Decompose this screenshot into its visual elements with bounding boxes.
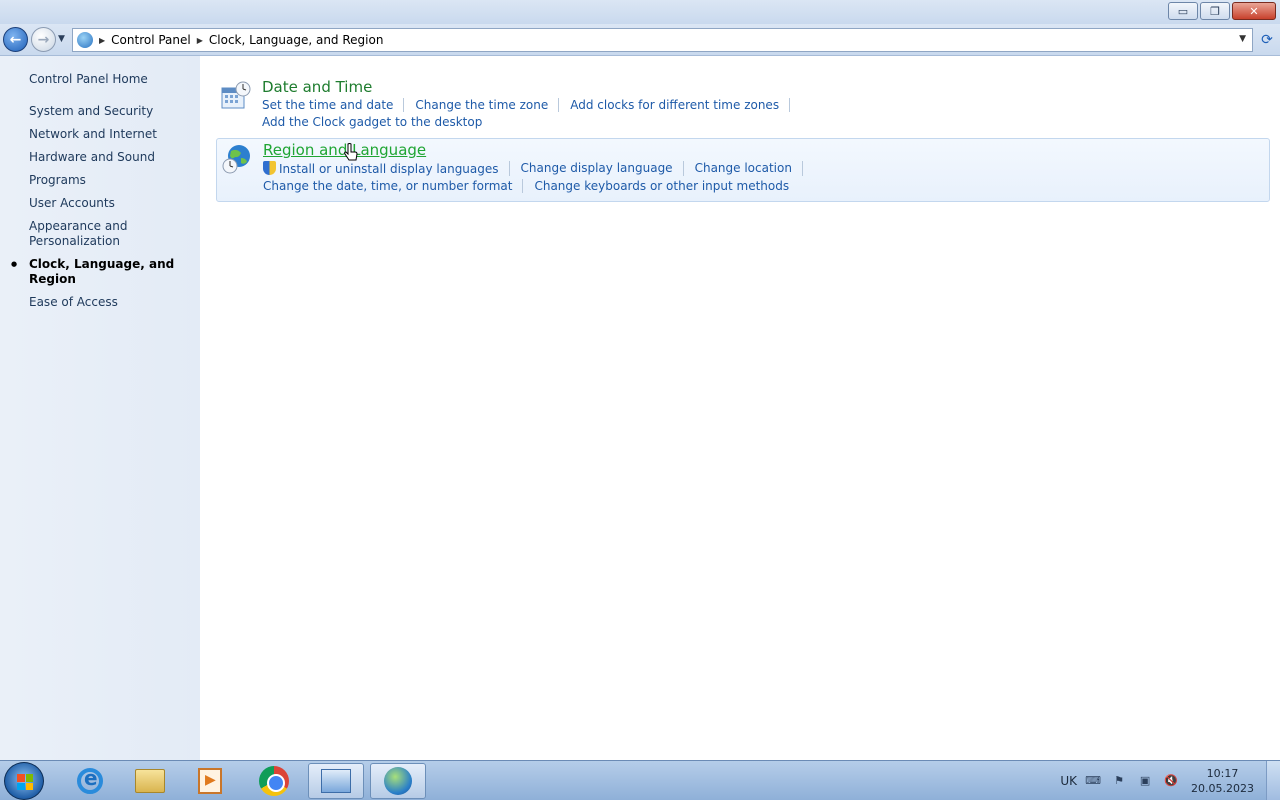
keyboard-icon[interactable]: ⌨ <box>1085 774 1101 788</box>
left-navigation-pane: Control Panel Home System and Security N… <box>0 56 200 760</box>
window-controls: ▭ ❐ ✕ <box>1166 2 1276 20</box>
change-display-language-link[interactable]: Change display language <box>521 161 684 176</box>
minimize-button[interactable]: ▭ <box>1168 2 1198 20</box>
taskbar-control-panel[interactable] <box>308 763 364 799</box>
forward-button[interactable]: → <box>31 27 56 52</box>
uac-shield-icon <box>263 161 276 175</box>
change-location-link[interactable]: Change location <box>695 161 803 176</box>
taskbar: UK ⌨ ⚑ ▣ 🔇 10:17 20.05.2023 <box>0 760 1280 800</box>
taskbar-chrome[interactable] <box>246 763 302 799</box>
add-clocks-link[interactable]: Add clocks for different time zones <box>570 98 791 112</box>
taskbar-region-language[interactable] <box>370 763 426 799</box>
clock-time: 10:17 <box>1206 767 1239 780</box>
nav-hardware-and-sound[interactable]: Hardware and Sound <box>29 150 194 165</box>
nav-programs[interactable]: Programs <box>29 173 194 188</box>
refresh-button[interactable]: ⟳ <box>1256 29 1278 51</box>
taskbar-media-player[interactable] <box>182 763 238 799</box>
nav-appearance-and-personalization[interactable]: Appearance and Personalization <box>29 219 194 249</box>
category-region-and-language: Region and Language Install or uninstall… <box>216 138 1270 202</box>
media-player-icon <box>198 768 222 794</box>
nav-system-and-security[interactable]: System and Security <box>29 104 194 119</box>
category-nav-list: System and Security Network and Internet… <box>11 104 194 318</box>
add-clock-gadget-link[interactable]: Add the Clock gadget to the desktop <box>262 115 492 129</box>
show-desktop-button[interactable] <box>1266 761 1280 800</box>
close-button[interactable]: ✕ <box>1232 2 1276 20</box>
control-panel-home-link[interactable]: Control Panel Home <box>29 72 148 86</box>
chrome-icon <box>259 766 289 796</box>
nav-clock-language-region[interactable]: Clock, Language, and Region <box>11 257 194 287</box>
date-and-time-links-row1: Set the time and date Change the time zo… <box>262 98 801 112</box>
region-and-language-links-row2: Change the date, time, or number format … <box>263 179 810 193</box>
control-panel-icon <box>321 769 351 793</box>
install-display-languages-link[interactable]: Install or uninstall display languages <box>263 161 510 176</box>
taskbar-file-explorer[interactable] <box>122 763 178 799</box>
set-time-and-date-link[interactable]: Set the time and date <box>262 98 405 112</box>
chevron-right-icon[interactable]: ▶ <box>99 36 105 45</box>
install-display-languages-label: Install or uninstall display languages <box>279 162 499 176</box>
chevron-down-icon[interactable]: ▼ <box>1239 34 1246 44</box>
change-date-time-format-link[interactable]: Change the date, time, or number format <box>263 179 524 193</box>
volume-muted-icon[interactable]: 🔇 <box>1163 774 1179 788</box>
hand-pointer-cursor-icon <box>344 143 358 161</box>
arrow-right-icon: → <box>37 31 50 48</box>
control-panel-icon <box>77 32 93 48</box>
nav-network-and-internet[interactable]: Network and Internet <box>29 127 194 142</box>
clock[interactable]: 10:17 20.05.2023 <box>1191 766 1254 796</box>
category-date-and-time: Date and Time Set the time and date Chan… <box>216 76 1270 132</box>
chevron-right-icon[interactable]: ▶ <box>197 36 203 45</box>
breadcrumb-clock-language-region[interactable]: Clock, Language, and Region <box>209 33 384 47</box>
network-icon[interactable]: ▣ <box>1137 774 1153 788</box>
address-bar[interactable]: ▶ Control Panel ▶ Clock, Language, and R… <box>72 28 1253 52</box>
internet-explorer-icon <box>77 766 103 794</box>
change-time-zone-link[interactable]: Change the time zone <box>415 98 560 112</box>
action-center-flag-icon[interactable]: ⚑ <box>1111 774 1127 788</box>
globe-clock-icon <box>222 145 250 174</box>
window-title-bar: ▭ ❐ ✕ <box>0 0 1280 24</box>
date-and-time-links-row2: Add the Clock gadget to the desktop <box>262 115 503 129</box>
nav-user-accounts[interactable]: User Accounts <box>29 196 194 211</box>
taskbar-internet-explorer[interactable] <box>62 763 118 799</box>
main-content: Date and Time Set the time and date Chan… <box>200 56 1280 760</box>
maximize-button[interactable]: ❐ <box>1200 2 1230 20</box>
input-language-indicator[interactable]: UK <box>1060 774 1077 788</box>
region-language-icon <box>384 767 412 795</box>
breadcrumb-control-panel[interactable]: Control Panel <box>111 33 191 47</box>
clock-date: 20.05.2023 <box>1191 782 1254 795</box>
back-button[interactable]: ← <box>3 27 28 52</box>
calendar-clock-icon <box>221 81 251 109</box>
windows-logo-icon <box>17 774 33 790</box>
navigation-bar: ← → ▼ ▶ Control Panel ▶ Clock, Language,… <box>0 24 1280 56</box>
nav-ease-of-access[interactable]: Ease of Access <box>29 295 194 310</box>
recent-pages-dropdown[interactable]: ▼ <box>58 34 65 44</box>
change-keyboards-link[interactable]: Change keyboards or other input methods <box>534 179 799 193</box>
arrow-left-icon: ← <box>9 31 22 48</box>
system-tray: UK ⌨ ⚑ ▣ 🔇 10:17 20.05.2023 <box>1060 761 1280 800</box>
refresh-icon: ⟳ <box>1261 32 1273 48</box>
date-and-time-title[interactable]: Date and Time <box>262 78 372 96</box>
start-button[interactable] <box>4 762 44 800</box>
file-explorer-icon <box>135 769 165 793</box>
region-and-language-links-row1: Install or uninstall display languages C… <box>263 161 814 176</box>
